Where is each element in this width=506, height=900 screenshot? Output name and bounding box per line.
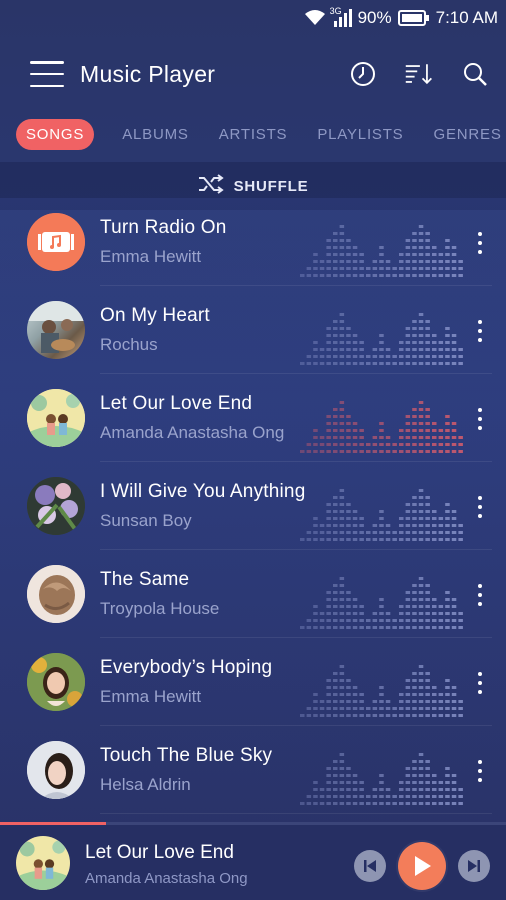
song-list: Turn Radio On Emma Hewitt On My Heart Ro… <box>0 198 506 820</box>
now-playing-artist: Amanda Anastasha Ong <box>85 870 248 887</box>
now-playing-art <box>16 836 70 890</box>
play-icon <box>415 856 431 876</box>
tab-songs[interactable]: SONGS <box>16 118 95 150</box>
song-row[interactable]: Touch The Blue Sky Helsa Aldrin <box>0 726 506 814</box>
next-track-button[interactable] <box>458 850 490 882</box>
network-type: 3G <box>329 6 342 16</box>
more-options-icon[interactable] <box>476 320 484 342</box>
album-art <box>27 653 85 711</box>
album-art <box>27 477 85 535</box>
song-title: I Will Give You Anything <box>100 481 306 502</box>
song-title: Touch The Blue Sky <box>100 745 273 766</box>
more-options-icon[interactable] <box>476 232 484 254</box>
shuffle-label: SHUFFLE <box>233 177 309 195</box>
song-row[interactable]: I Will Give You Anything Sunsan Boy <box>0 462 506 550</box>
shuffle-icon <box>198 174 224 198</box>
song-row[interactable]: On My Heart Rochus <box>0 286 506 374</box>
playback-progress-bar[interactable] <box>0 822 506 825</box>
song-title: On My Heart <box>100 305 210 326</box>
status-bar: 3G 90% 7:10 AM <box>0 0 506 36</box>
now-playing-title: Let Our Love End <box>85 842 234 863</box>
playback-progress-fill <box>0 822 107 825</box>
more-options-icon[interactable] <box>476 496 484 518</box>
album-art <box>27 301 85 359</box>
tab-artists[interactable]: ARTISTS <box>219 126 288 143</box>
song-row[interactable]: Turn Radio On Emma Hewitt <box>0 198 506 286</box>
wifi-icon <box>304 9 326 27</box>
song-row[interactable]: Everybody’s Hoping Emma Hewitt <box>0 638 506 726</box>
more-options-icon[interactable] <box>476 760 484 782</box>
app-title: Music Player <box>80 60 216 87</box>
song-artist: Rochus <box>100 335 158 354</box>
category-tabs: SONGS ALBUMS ARTISTS PLAYLISTS GENRES <box>0 112 506 156</box>
song-artist: Emma Hewitt <box>100 687 202 706</box>
song-artist: Troypola House <box>100 599 220 618</box>
song-artist: Emma Hewitt <box>100 247 202 266</box>
search-icon[interactable] <box>460 59 490 89</box>
previous-track-button[interactable] <box>354 850 386 882</box>
more-options-icon[interactable] <box>476 408 484 430</box>
song-artist: Helsa Aldrin <box>100 775 191 794</box>
battery-icon <box>397 9 430 27</box>
skip-next-icon <box>468 860 480 872</box>
album-art <box>27 565 85 623</box>
music-album-icon <box>27 213 85 271</box>
skip-previous-icon <box>364 860 376 872</box>
clock: 7:10 AM <box>435 8 498 27</box>
signal-icon: 3G <box>329 6 352 27</box>
app-bar: Music Player <box>0 36 506 112</box>
song-title: Turn Radio On <box>100 217 227 238</box>
more-options-icon[interactable] <box>476 584 484 606</box>
song-artist: Amanda Anastasha Ong <box>100 423 285 442</box>
now-playing-bar[interactable]: Let Our Love End Amanda Anastasha Ong <box>0 822 506 900</box>
song-title: Let Our Love End <box>100 393 253 414</box>
tab-playlists[interactable]: PLAYLISTS <box>317 126 403 143</box>
song-artist: Sunsan Boy <box>100 511 192 530</box>
sort-icon[interactable] <box>404 59 434 89</box>
song-row[interactable]: Let Our Love End Amanda Anastasha Ong <box>0 374 506 462</box>
album-art <box>27 389 85 447</box>
sleep-timer-icon[interactable] <box>348 59 378 89</box>
tab-albums[interactable]: ALBUMS <box>122 126 189 143</box>
song-row[interactable]: The Same Troypola House <box>0 550 506 638</box>
song-title: The Same <box>100 569 190 590</box>
album-art <box>27 741 85 799</box>
more-options-icon[interactable] <box>476 672 484 694</box>
tab-genres[interactable]: GENRES <box>434 126 502 143</box>
song-title: Everybody’s Hoping <box>100 657 273 678</box>
battery-percent: 90% <box>357 8 392 27</box>
play-button[interactable] <box>398 842 446 890</box>
menu-icon[interactable] <box>30 61 64 87</box>
